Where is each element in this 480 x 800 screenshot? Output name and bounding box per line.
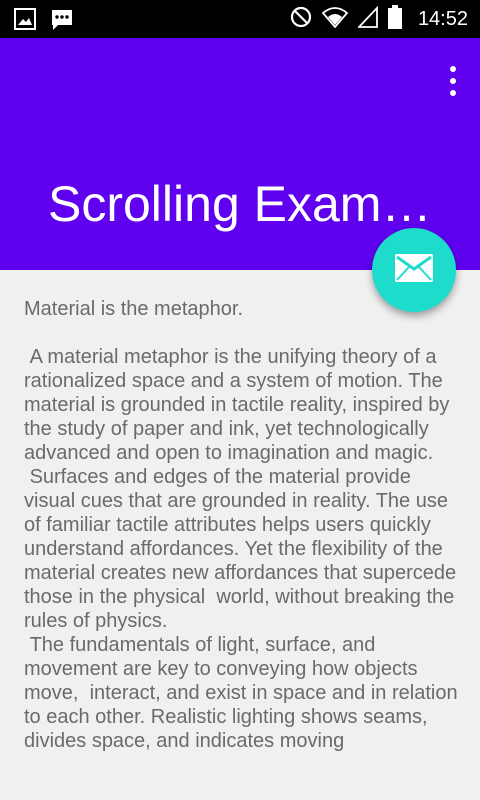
status-time: 14:52 [417, 7, 468, 30]
battery-icon [387, 4, 402, 34]
mail-icon [395, 253, 433, 287]
do-not-disturb-icon [290, 6, 312, 33]
signal-icon [356, 5, 378, 33]
wifi-icon [321, 6, 349, 33]
status-bar: 14:52 [0, 0, 480, 38]
body-text: Material is the metaphor. A material met… [24, 298, 458, 752]
overflow-menu-icon[interactable] [446, 66, 460, 96]
image-icon [14, 8, 36, 37]
chat-icon [50, 8, 74, 37]
app-title: Scrolling Exam… [48, 176, 428, 232]
